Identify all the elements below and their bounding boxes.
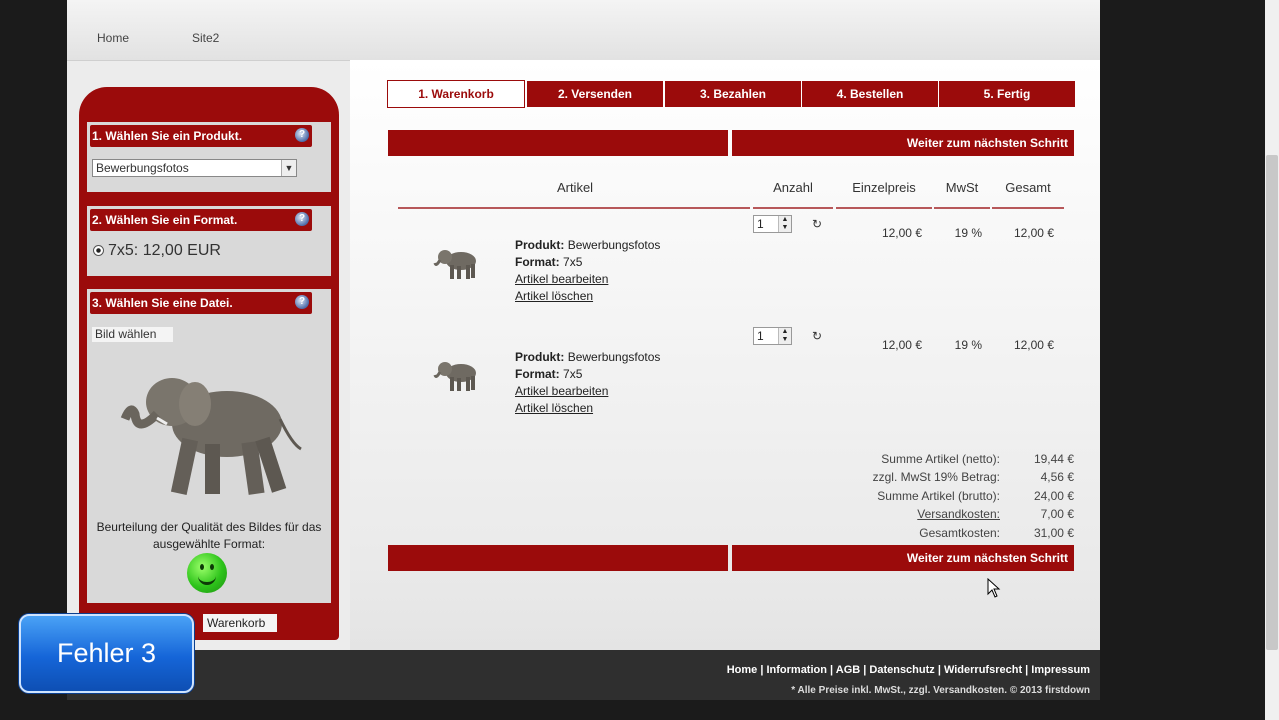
product-select[interactable]: Bewerbungsfotos ▼: [92, 159, 297, 177]
header-einzelpreis: Einzelpreis: [852, 180, 916, 195]
next-step-bar-bottom: Weiter zum nächsten Schritt: [388, 545, 1074, 571]
edit-item-link[interactable]: Artikel bearbeiten: [515, 271, 660, 288]
smiley-icon: [187, 553, 227, 593]
format-box: 2. Wählen Sie ein Format. ? 7x5: 12,00 E…: [87, 206, 331, 276]
line-total: 12,00 €: [1013, 226, 1054, 240]
help-icon[interactable]: ?: [295, 212, 309, 226]
next-step-bar-top: Weiter zum nächsten Schritt: [388, 130, 1074, 156]
sidebar-panel: 1. Wählen Sie ein Produkt. ? Bewerbungsf…: [79, 87, 339, 640]
summary-vat-label: zzgl. MwSt 19% Betrag:: [872, 470, 1000, 484]
choose-image-button[interactable]: Bild wählen: [92, 327, 173, 342]
error-badge: Fehler 3: [19, 614, 194, 693]
chevron-down-icon[interactable]: ▼: [281, 160, 296, 176]
header-artikel: Artikel: [556, 180, 594, 195]
nav-home-link[interactable]: Home: [97, 31, 129, 45]
refresh-icon[interactable]: ↻: [812, 217, 822, 231]
next-step-button-top[interactable]: Weiter zum nächsten Schritt: [732, 130, 1074, 156]
format-radio[interactable]: [93, 245, 104, 257]
summary-total-value: 31,00 €: [1033, 526, 1074, 540]
line-total: 12,00 €: [1013, 338, 1054, 352]
next-step-label: Weiter zum nächsten Schritt: [906, 136, 1068, 150]
header-gesamt: Gesamt: [1005, 180, 1051, 195]
list-item: Produkt: Bewerbungsfotos Format: 7x5 Art…: [515, 237, 660, 305]
product-box-title-text: 1. Wählen Sie ein Produkt.: [92, 129, 243, 143]
delete-item-link[interactable]: Artikel löschen: [515, 288, 660, 305]
cart-button[interactable]: Warenkorb: [203, 614, 277, 632]
quantity-value: 1: [757, 329, 764, 343]
spinner-icon[interactable]: ▲ ▼: [778, 216, 791, 232]
summary-gross-value: 24,00 €: [1033, 489, 1074, 503]
delete-item-link[interactable]: Artikel löschen: [515, 400, 660, 417]
elephant-image: [120, 378, 302, 496]
file-box-title: 3. Wählen Sie eine Datei. ?: [90, 292, 312, 314]
format-box-title: 2. Wählen Sie ein Format. ?: [90, 209, 312, 231]
format-option[interactable]: 7x5: 12,00 EUR: [93, 242, 221, 260]
quantity-stepper[interactable]: 1 ▲ ▼: [753, 215, 792, 233]
product-value: Bewerbungsfotos: [567, 238, 661, 252]
format-label: Format:: [515, 367, 560, 381]
refresh-icon[interactable]: ↻: [812, 329, 822, 343]
format-value: 7x5: [563, 255, 583, 269]
product-value: Bewerbungsfotos: [567, 350, 661, 364]
scrollbar-thumb[interactable]: [1266, 155, 1278, 650]
summary-vat-value: 4,56 €: [1040, 470, 1074, 484]
header-divider: [398, 207, 750, 209]
unit-price: 12,00 €: [881, 226, 922, 240]
format-label: Format:: [515, 255, 560, 269]
next-step-label: Weiter zum nächsten Schritt: [906, 551, 1068, 565]
product-select-value: Bewerbungsfotos: [96, 161, 189, 175]
vat-rate: 19 %: [954, 338, 982, 352]
tab-fertig[interactable]: 5. Fertig: [939, 81, 1075, 107]
file-box: 3. Wählen Sie eine Datei. ? Bild wählen …: [87, 289, 331, 603]
tab-bezahlen[interactable]: 3. Bezahlen: [665, 81, 801, 107]
bar-left: [388, 545, 728, 571]
summary-shipping-value: 7,00 €: [1040, 507, 1074, 521]
file-box-title-text: 3. Wählen Sie eine Datei.: [92, 296, 233, 310]
item-thumbnail: [433, 362, 476, 391]
header-divider: [836, 207, 932, 209]
tab-bestellen[interactable]: 4. Bestellen: [802, 81, 938, 107]
product-box-title: 1. Wählen Sie ein Produkt. ?: [90, 125, 312, 147]
spinner-icon[interactable]: ▲ ▼: [778, 328, 791, 344]
unit-price: 12,00 €: [881, 338, 922, 352]
list-item: Produkt: Bewerbungsfotos Format: 7x5 Art…: [515, 349, 660, 417]
tab-warenkorb[interactable]: 1. Warenkorb: [387, 80, 525, 108]
top-navigation: Home Site2: [67, 0, 1100, 61]
footer-links[interactable]: Home | Information | AGB | Datenschutz |…: [727, 664, 1090, 676]
product-label: Produkt:: [515, 350, 565, 364]
summary-net-value: 19,44 €: [1033, 452, 1074, 466]
mouse-cursor-icon: [987, 578, 1001, 598]
quantity-value: 1: [757, 217, 764, 231]
next-step-button-bottom[interactable]: Weiter zum nächsten Schritt: [732, 545, 1074, 571]
tab-versenden[interactable]: 2. Versenden: [527, 81, 663, 107]
edit-item-link[interactable]: Artikel bearbeiten: [515, 383, 660, 400]
format-value: 7x5: [563, 367, 583, 381]
header-mwst: MwSt: [945, 180, 979, 195]
quantity-stepper[interactable]: 1 ▲ ▼: [753, 327, 792, 345]
shipping-cost-link[interactable]: Versandkosten:: [917, 507, 1000, 521]
header-divider: [992, 207, 1064, 209]
item-thumbnail: [433, 250, 476, 279]
product-label: Produkt:: [515, 238, 565, 252]
header-divider: [753, 207, 833, 209]
product-box: 1. Wählen Sie ein Produkt. ? Bewerbungsf…: [87, 122, 331, 192]
nav-site2-link[interactable]: Site2: [192, 31, 219, 45]
help-icon[interactable]: ?: [295, 128, 309, 142]
footer-note: * Alle Preise inkl. MwSt., zzgl. Versand…: [791, 685, 1090, 696]
summary-gross-label: Summe Artikel (brutto):: [877, 489, 1000, 503]
quality-label: Beurteilung der Qualität des Bildes für …: [96, 520, 322, 551]
header-divider: [934, 207, 990, 209]
summary-total-label: Gesamtkosten:: [919, 526, 1000, 540]
format-option-label: 7x5: 12,00 EUR: [108, 242, 221, 259]
footer: Home | Information | AGB | Datenschutz |…: [67, 650, 1100, 700]
summary-net-label: Summe Artikel (netto):: [881, 452, 1000, 466]
header-anzahl: Anzahl: [773, 180, 813, 195]
help-icon[interactable]: ?: [295, 295, 309, 309]
bar-left: [388, 130, 728, 156]
format-box-title-text: 2. Wählen Sie ein Format.: [92, 213, 238, 227]
vat-rate: 19 %: [954, 226, 982, 240]
